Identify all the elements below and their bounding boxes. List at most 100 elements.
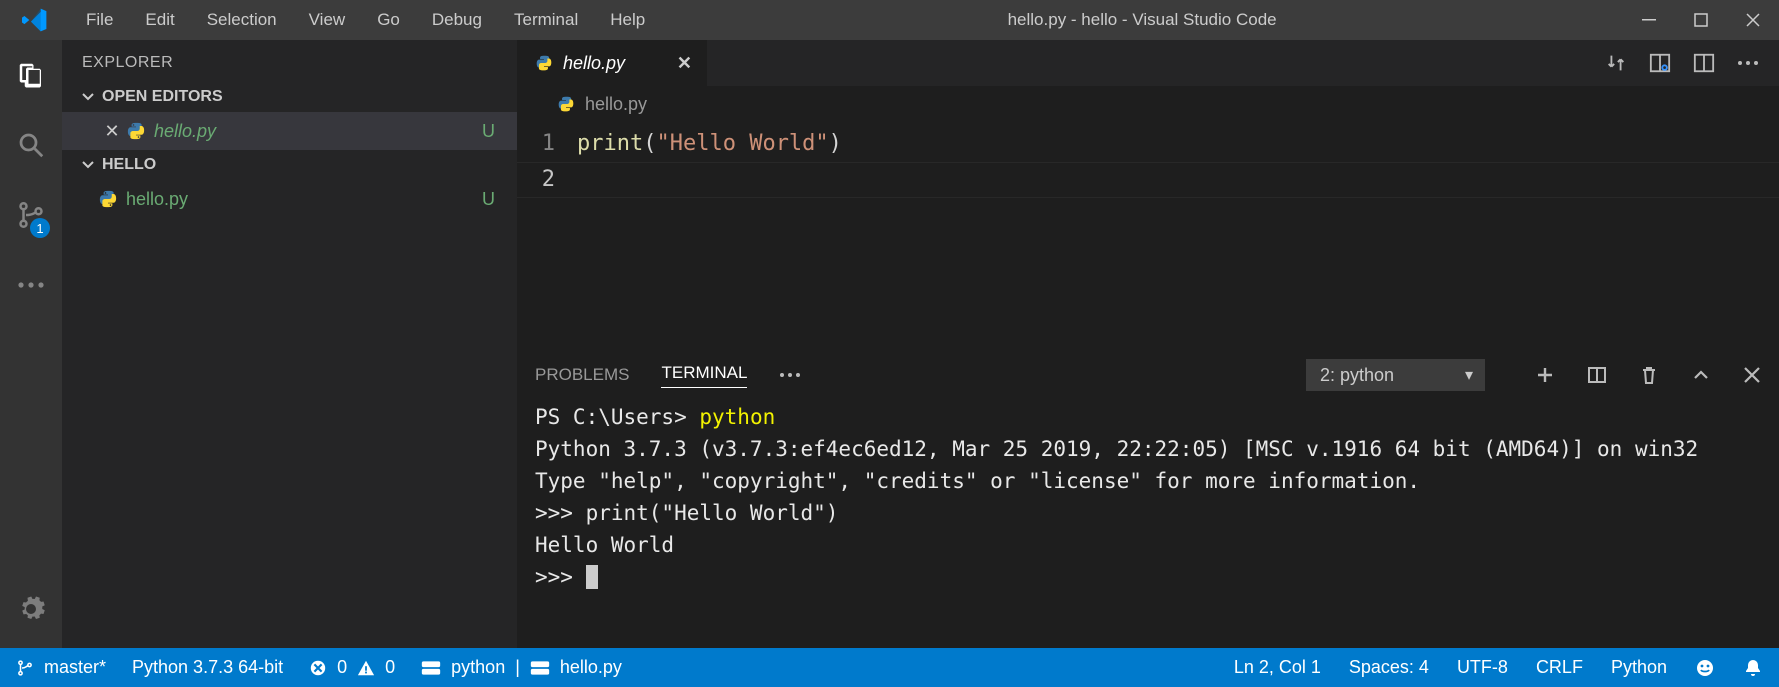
python-file-icon <box>535 54 553 72</box>
menu-help[interactable]: Help <box>594 0 661 40</box>
menu-bar: File Edit Selection View Go Debug Termin… <box>70 0 661 40</box>
status-language[interactable]: Python <box>1611 657 1667 678</box>
split-terminal-icon[interactable] <box>1587 365 1607 385</box>
close-panel-icon[interactable] <box>1743 366 1761 384</box>
panel-more-icon[interactable] <box>779 372 801 378</box>
status-cursor-pos[interactable]: Ln 2, Col 1 <box>1234 657 1321 678</box>
explorer-heading: EXPLORER <box>62 40 517 82</box>
python-file-icon <box>126 121 146 141</box>
title-bar: File Edit Selection View Go Debug Termin… <box>0 0 1779 40</box>
token-punct: ( <box>643 131 656 156</box>
bottom-panel: PROBLEMS TERMINAL 2: python PS C:\Users>… <box>517 352 1779 648</box>
line-gutter: 1 2 <box>517 122 577 352</box>
token-function: print <box>577 131 643 156</box>
file-tree-filename: hello.py <box>126 189 188 210</box>
status-interpreter[interactable]: Python 3.7.3 64-bit <box>132 657 283 678</box>
token-string: "Hello World" <box>656 131 828 156</box>
open-editor-item[interactable]: ✕ hello.py U <box>62 112 517 150</box>
editor-tab[interactable]: hello.py ✕ <box>517 40 707 86</box>
git-branch-icon <box>16 659 34 677</box>
window-title: hello.py - hello - Visual Studio Code <box>661 10 1623 30</box>
chevron-down-icon <box>82 91 94 103</box>
vscode-logo-icon <box>0 7 70 33</box>
menu-edit[interactable]: Edit <box>129 0 190 40</box>
git-untracked-badge: U <box>482 121 495 142</box>
token-punct: ) <box>829 131 842 156</box>
error-icon <box>309 659 327 677</box>
server-icon <box>530 659 550 677</box>
search-icon[interactable] <box>10 124 52 166</box>
close-tab-icon[interactable]: ✕ <box>677 53 692 74</box>
server-icon <box>421 659 441 677</box>
scm-badge: 1 <box>30 218 50 238</box>
status-kernel-label: python <box>451 657 505 678</box>
code-content[interactable]: print("Hello World") <box>577 122 1779 352</box>
terminal-cursor <box>586 565 598 589</box>
status-indent[interactable]: Spaces: 4 <box>1349 657 1429 678</box>
editor-actions <box>1605 40 1779 86</box>
open-editors-label: OPEN EDITORS <box>102 88 223 106</box>
terminal-selector[interactable]: 2: python <box>1306 359 1485 391</box>
panel-tab-terminal[interactable]: TERMINAL <box>661 363 747 388</box>
compare-changes-icon[interactable] <box>1605 52 1627 74</box>
close-button[interactable] <box>1727 0 1779 40</box>
terminal-line: >>> <box>535 565 586 589</box>
menu-go[interactable]: Go <box>361 0 416 40</box>
status-bar: master* Python 3.7.3 64-bit 0 0 python |… <box>0 648 1779 687</box>
chevron-down-icon <box>82 159 94 171</box>
activity-bar: 1 <box>0 40 62 648</box>
breadcrumb-label: hello.py <box>585 94 647 115</box>
split-editor-icon[interactable] <box>1693 52 1715 74</box>
status-error-count: 0 <box>337 657 347 678</box>
menu-terminal[interactable]: Terminal <box>498 0 594 40</box>
folder-name: HELLO <box>102 156 156 174</box>
status-branch-label: master* <box>44 657 106 678</box>
editor-group: hello.py ✕ hello.py 1 2 print("Hello Wor… <box>517 40 1779 648</box>
status-eol[interactable]: CRLF <box>1536 657 1583 678</box>
menu-view[interactable]: View <box>293 0 362 40</box>
maximize-button[interactable] <box>1675 0 1727 40</box>
line-number: 2 <box>517 162 555 198</box>
status-sep: | <box>515 657 520 678</box>
terminal-output[interactable]: PS C:\Users> python Python 3.7.3 (v3.7.3… <box>517 397 1779 648</box>
menu-debug[interactable]: Debug <box>416 0 498 40</box>
status-branch[interactable]: master* <box>16 657 106 678</box>
menu-file[interactable]: File <box>70 0 129 40</box>
terminal-command: python <box>699 405 775 429</box>
menu-selection[interactable]: Selection <box>191 0 293 40</box>
close-editor-icon[interactable]: ✕ <box>98 121 126 142</box>
explorer-icon[interactable] <box>10 54 52 96</box>
status-warning-count: 0 <box>385 657 395 678</box>
more-actions-icon[interactable] <box>1737 60 1759 66</box>
warning-icon <box>357 659 375 677</box>
open-editors-section[interactable]: OPEN EDITORS <box>62 82 517 112</box>
folder-section[interactable]: HELLO <box>62 150 517 180</box>
open-changes-icon[interactable] <box>1649 52 1671 74</box>
maximize-panel-icon[interactable] <box>1691 365 1711 385</box>
status-kernel-file: hello.py <box>560 657 622 678</box>
git-untracked-badge: U <box>482 189 495 210</box>
source-control-icon[interactable]: 1 <box>10 194 52 236</box>
settings-gear-icon[interactable] <box>10 588 52 630</box>
more-icon[interactable] <box>10 264 52 306</box>
panel-tab-problems[interactable]: PROBLEMS <box>535 365 629 385</box>
notifications-bell-icon[interactable] <box>1743 658 1763 678</box>
breadcrumb[interactable]: hello.py <box>517 86 1779 122</box>
new-terminal-icon[interactable] <box>1535 365 1555 385</box>
kill-terminal-icon[interactable] <box>1639 365 1659 385</box>
editor-tabs: hello.py ✕ <box>517 40 1779 86</box>
file-tree-item[interactable]: hello.py U <box>62 180 517 218</box>
status-kernel[interactable]: python | hello.py <box>421 657 622 678</box>
python-file-icon <box>557 95 575 113</box>
code-editor[interactable]: 1 2 print("Hello World") <box>517 122 1779 352</box>
status-encoding[interactable]: UTF-8 <box>1457 657 1508 678</box>
terminal-line: >>> print("Hello World") <box>535 501 838 525</box>
status-problems[interactable]: 0 0 <box>309 657 395 678</box>
feedback-smiley-icon[interactable] <box>1695 658 1715 678</box>
terminal-line: Python 3.7.3 (v3.7.3:ef4ec6ed12, Mar 25 … <box>535 437 1698 461</box>
minimize-button[interactable] <box>1623 0 1675 40</box>
terminal-line: Hello World <box>535 533 674 557</box>
python-file-icon <box>98 189 118 209</box>
terminal-select[interactable]: 2: python <box>1306 359 1485 391</box>
terminal-prompt: PS C:\Users> <box>535 405 699 429</box>
